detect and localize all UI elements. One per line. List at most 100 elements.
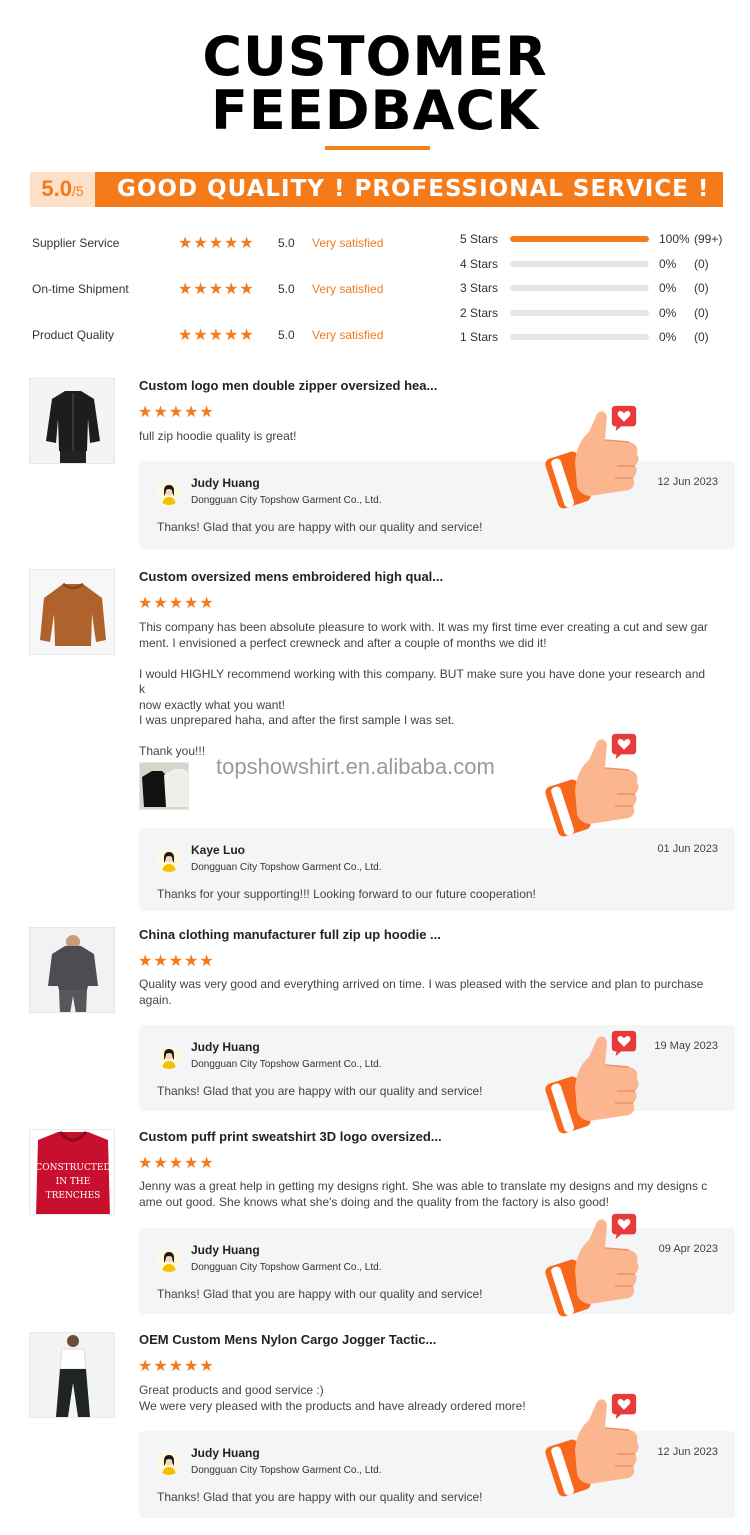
reply-author: Judy Huang bbox=[191, 1446, 260, 1460]
metric-score: 5.0 bbox=[278, 328, 295, 342]
page-title-line1: CUSTOMER bbox=[202, 25, 548, 88]
dist-percent: 0% bbox=[659, 306, 677, 320]
star-rating-icon: ★★★★★ bbox=[138, 953, 215, 970]
dist-count: (0) bbox=[694, 330, 709, 344]
dist-bar bbox=[510, 285, 649, 291]
dist-label: 2 Stars bbox=[460, 306, 499, 320]
dist-bar bbox=[510, 334, 649, 340]
review-line: I was unprepared haha, and after the fir… bbox=[139, 713, 455, 727]
reply-author: Kaye Luo bbox=[191, 843, 246, 857]
dist-label: 1 Stars bbox=[460, 330, 499, 344]
review-line: again. bbox=[139, 992, 172, 1007]
review-line bbox=[139, 651, 709, 667]
dist-bar bbox=[510, 236, 649, 242]
star-rating-icon: ★★★★★ bbox=[178, 235, 255, 252]
review-line: Jenny was a great help in getting my des… bbox=[139, 1179, 708, 1193]
reply-company: Dongguan City Topshow Garment Co., Ltd. bbox=[191, 1465, 382, 1476]
review-product-title[interactable]: Custom oversized mens embroidered high q… bbox=[139, 569, 443, 584]
review-product-title[interactable]: Custom logo men double zipper oversized … bbox=[139, 378, 437, 393]
dist-count: (0) bbox=[694, 306, 709, 320]
seller-reply: Judy Huang Dongguan City Topshow Garment… bbox=[139, 1228, 735, 1314]
reply-author: Judy Huang bbox=[191, 1243, 260, 1257]
avatar-icon bbox=[157, 1248, 181, 1272]
metric-text: Very satisfied bbox=[312, 328, 384, 342]
product-thumbnail[interactable] bbox=[29, 569, 115, 655]
reply-date: 12 Jun 2023 bbox=[657, 1446, 718, 1458]
overall-score-value: 5.0 bbox=[41, 176, 72, 201]
reply-text: Thanks! Glad that you are happy with our… bbox=[157, 1287, 483, 1301]
dist-percent: 0% bbox=[659, 330, 677, 344]
reply-text: Thanks for your supporting!!! Looking fo… bbox=[157, 887, 536, 901]
dist-count: (99+) bbox=[694, 232, 723, 246]
reply-author: Judy Huang bbox=[191, 1040, 260, 1054]
seller-reply: Kaye Luo Dongguan City Topshow Garment C… bbox=[139, 828, 735, 911]
metric-label: On-time Shipment bbox=[32, 282, 129, 296]
review-product-title[interactable]: OEM Custom Mens Nylon Cargo Jogger Tacti… bbox=[139, 1332, 436, 1347]
metric-score: 5.0 bbox=[278, 236, 295, 250]
dist-label: 5 Stars bbox=[460, 232, 499, 246]
seller-reply: Judy Huang Dongguan City Topshow Garment… bbox=[139, 1025, 735, 1111]
reply-text: Thanks! Glad that you are happy with our… bbox=[157, 1490, 483, 1504]
reply-date: 19 May 2023 bbox=[654, 1040, 718, 1052]
svg-text:IN THE: IN THE bbox=[56, 1177, 91, 1187]
dist-bar bbox=[510, 310, 649, 316]
product-thumbnail[interactable] bbox=[29, 1332, 115, 1418]
rating-distribution-row: 1 Stars 0% (0) bbox=[460, 330, 730, 346]
metric-text: Very satisfied bbox=[312, 236, 384, 250]
dist-percent: 0% bbox=[659, 257, 677, 271]
metric-label: Supplier Service bbox=[32, 236, 120, 250]
rating-distribution-row: 5 Stars 100% (99+) bbox=[460, 232, 730, 248]
review-line: ame out good. She knows what she's doing… bbox=[139, 1194, 609, 1209]
product-thumbnail[interactable]: CONSTRUCTED IN THE TRENCHES bbox=[29, 1129, 115, 1215]
review-line: ment. I envisioned a perfect crewneck an… bbox=[139, 635, 547, 650]
reply-date: 12 Jun 2023 bbox=[657, 476, 718, 488]
product-thumbnail[interactable] bbox=[29, 927, 115, 1013]
watermark-text: topshowshirt.en.alibaba.com bbox=[216, 754, 495, 779]
svg-text:CONSTRUCTED: CONSTRUCTED bbox=[35, 1163, 110, 1173]
star-rating-icon: ★★★★★ bbox=[178, 281, 255, 298]
review-product-title[interactable]: China clothing manufacturer full zip up … bbox=[139, 927, 441, 942]
metric-row: Product Quality ★★★★★ 5.0 Very satisfied bbox=[32, 326, 412, 346]
metric-label: Product Quality bbox=[32, 328, 115, 342]
dist-bar bbox=[510, 261, 649, 267]
metric-row: Supplier Service ★★★★★ 5.0 Very satisfie… bbox=[32, 234, 412, 254]
seller-reply: Judy Huang Dongguan City Topshow Garment… bbox=[139, 461, 735, 549]
review-photo[interactable] bbox=[139, 762, 189, 810]
reply-date: 01 Jun 2023 bbox=[657, 843, 718, 855]
avatar-icon bbox=[157, 481, 181, 505]
product-thumbnail[interactable] bbox=[29, 378, 115, 464]
heart-icon bbox=[610, 1392, 638, 1420]
dist-count: (0) bbox=[694, 281, 709, 295]
star-rating-icon: ★★★★★ bbox=[178, 327, 255, 344]
star-rating-icon: ★★★★★ bbox=[138, 595, 215, 612]
dist-percent: 100% bbox=[659, 232, 690, 246]
heart-icon bbox=[610, 404, 638, 432]
overall-score-max: /5 bbox=[71, 183, 84, 199]
metric-score: 5.0 bbox=[278, 282, 295, 296]
heart-icon bbox=[610, 732, 638, 760]
star-rating-icon: ★★★★★ bbox=[138, 1155, 215, 1172]
review-line: now exactly what you want! bbox=[139, 697, 286, 712]
reply-company: Dongguan City Topshow Garment Co., Ltd. bbox=[191, 495, 382, 506]
banner-slogan: GOOD QUALITY ! PROFESSIONAL SERVICE ! bbox=[117, 176, 710, 202]
rating-distribution-row: 4 Stars 0% (0) bbox=[460, 257, 730, 273]
reply-text: Thanks! Glad that you are happy with our… bbox=[157, 1084, 483, 1098]
title-underline bbox=[325, 146, 430, 150]
review-body: Jenny was a great help in getting my des… bbox=[139, 1179, 709, 1210]
metric-text: Very satisfied bbox=[312, 282, 384, 296]
seller-reply: Judy Huang Dongguan City Topshow Garment… bbox=[139, 1431, 735, 1518]
review-product-title[interactable]: Custom puff print sweatshirt 3D logo ove… bbox=[139, 1129, 442, 1144]
reply-text: Thanks! Glad that you are happy with our… bbox=[157, 520, 483, 534]
metric-row: On-time Shipment ★★★★★ 5.0 Very satisfie… bbox=[32, 280, 412, 300]
score-banner: 5.0/5 GOOD QUALITY ! PROFESSIONAL SERVIC… bbox=[30, 172, 723, 207]
reply-company: Dongguan City Topshow Garment Co., Ltd. bbox=[191, 1059, 382, 1070]
review-line: Quality was very good and everything arr… bbox=[139, 977, 704, 991]
reply-author: Judy Huang bbox=[191, 476, 260, 490]
page-title-line2: FEEDBACK bbox=[211, 79, 539, 142]
avatar-icon bbox=[157, 1045, 181, 1069]
review-line: I would HIGHLY recommend working with th… bbox=[139, 666, 706, 697]
dist-label: 3 Stars bbox=[460, 281, 499, 295]
heart-icon bbox=[610, 1029, 638, 1057]
svg-text:TRENCHES: TRENCHES bbox=[46, 1191, 101, 1201]
avatar-icon bbox=[157, 848, 181, 872]
